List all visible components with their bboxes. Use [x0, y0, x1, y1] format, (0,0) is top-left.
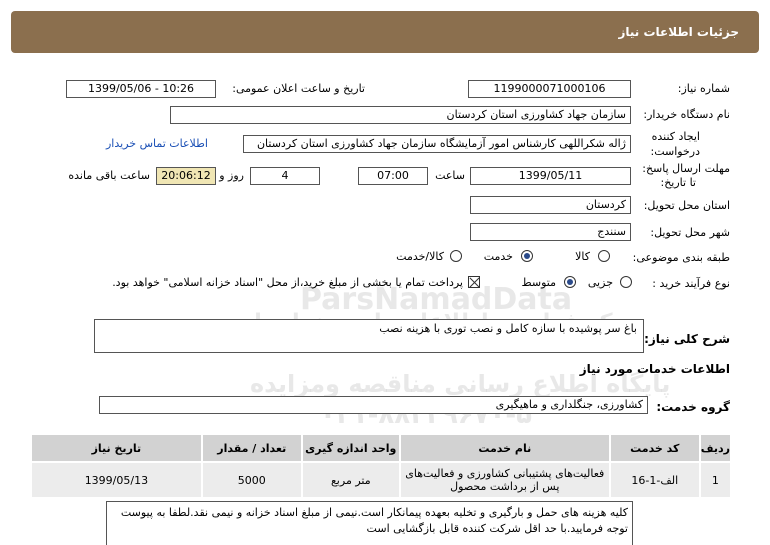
need-number-label: شماره نیاز: — [677, 82, 730, 95]
need-number-field: 1199000071000106 — [468, 80, 631, 98]
creator-label: ایجاد کننده — [651, 130, 700, 143]
process-type-label: نوع فرآیند خرید : — [652, 277, 730, 290]
table-row: 1 الف-1-16 فعالیت‌های پشتیبانی کشاورزی و… — [30, 461, 733, 499]
category-radio-goods[interactable] — [598, 250, 610, 262]
province-label: استان محل تحویل: — [643, 199, 730, 212]
deadline-time-field: 07:00 — [358, 167, 428, 185]
category-radio-goods-service[interactable] — [450, 250, 462, 262]
summary-field: باغ سر پوشیده با سازه کامل و نصب توری با… — [94, 319, 644, 353]
process-option-minor: جزیی — [587, 276, 613, 289]
deadline-time-label: ساعت — [435, 169, 465, 182]
creator-label-2: درخواست: — [650, 145, 700, 158]
cell-service-code: الف-1-16 — [608, 461, 701, 499]
cell-service-name: فعالیت‌های پشتیبانی کشاورزی و فعالیت‌های… — [398, 461, 611, 499]
category-label: طبقه بندی موضوعی: — [632, 251, 730, 264]
service-group-field: کشاورزی، جنگلداری و ماهیگیری — [99, 396, 648, 414]
deadline-date-field: 1399/05/11 — [470, 167, 631, 185]
buyer-notes: کلیه هزینه های حمل و بارگیری و تخلیه بعه… — [106, 501, 633, 545]
col-service-code: کد خدمت — [608, 433, 701, 463]
remaining-time-field: 20:06:12 — [156, 167, 216, 185]
buyer-field: سازمان جهاد کشاورزی استان کردستان — [170, 106, 631, 124]
deadline-label-2: تا تاریخ: — [660, 176, 696, 189]
category-radio-service[interactable] — [521, 250, 533, 262]
announce-datetime-label: تاریخ و ساعت اعلان عمومی: — [232, 82, 365, 95]
page-header: جزئیات اطلاعات نیاز — [11, 11, 759, 53]
days-label: روز و — [219, 169, 244, 182]
col-service-name: نام خدمت — [398, 433, 611, 463]
col-unit: واحد اندازه گیری — [300, 433, 401, 463]
buyer-contact-link[interactable]: اطلاعات تماس خریدار — [106, 137, 208, 150]
services-table-header: ردیف کد خدمت نام خدمت واحد اندازه گیری ت… — [30, 433, 733, 463]
treasury-payment-checkbox[interactable] — [468, 276, 480, 288]
category-option-goods: کالا — [575, 250, 590, 263]
process-radio-medium[interactable] — [564, 276, 576, 288]
col-row: ردیف — [698, 433, 733, 463]
category-option-service: خدمت — [483, 250, 513, 263]
cell-need-date: 1399/05/13 — [30, 461, 203, 499]
deadline-label: مهلت ارسال پاسخ: — [642, 162, 730, 175]
cell-row: 1 — [698, 461, 733, 499]
services-table: ردیف کد خدمت نام خدمت واحد اندازه گیری ت… — [30, 433, 733, 499]
service-group-label: گروه خدمت: — [656, 400, 730, 414]
city-field: سنندج — [470, 223, 631, 241]
days-remaining-field: 4 — [250, 167, 320, 185]
announce-datetime-field: 1399/05/06 - 10:26 — [66, 80, 216, 98]
province-field: کردستان — [470, 196, 631, 214]
buyer-label: نام دستگاه خریدار: — [643, 108, 730, 121]
col-need-date: تاریخ نیاز — [30, 433, 203, 463]
creator-field: ژاله شکراللهی کارشناس امور آزمایشگاه ساز… — [243, 135, 631, 153]
category-option-goods-service: کالا/خدمت — [396, 250, 444, 263]
services-section-title: اطلاعات خدمات مورد نیاز — [579, 362, 730, 376]
treasury-payment-note: پرداخت تمام یا بخشی از مبلغ خرید،از محل … — [112, 276, 463, 289]
process-option-medium: متوسط — [521, 276, 556, 289]
remaining-time-label: ساعت باقی مانده — [68, 169, 150, 182]
summary-label: شرح کلی نیاز: — [644, 332, 730, 346]
cell-quantity: 5000 — [200, 461, 303, 499]
col-quantity: تعداد / مقدار — [200, 433, 303, 463]
cell-unit: متر مربع — [300, 461, 401, 499]
page-title: جزئیات اطلاعات نیاز — [618, 25, 739, 39]
process-radio-minor[interactable] — [620, 276, 632, 288]
city-label: شهر محل تحویل: — [650, 226, 730, 239]
